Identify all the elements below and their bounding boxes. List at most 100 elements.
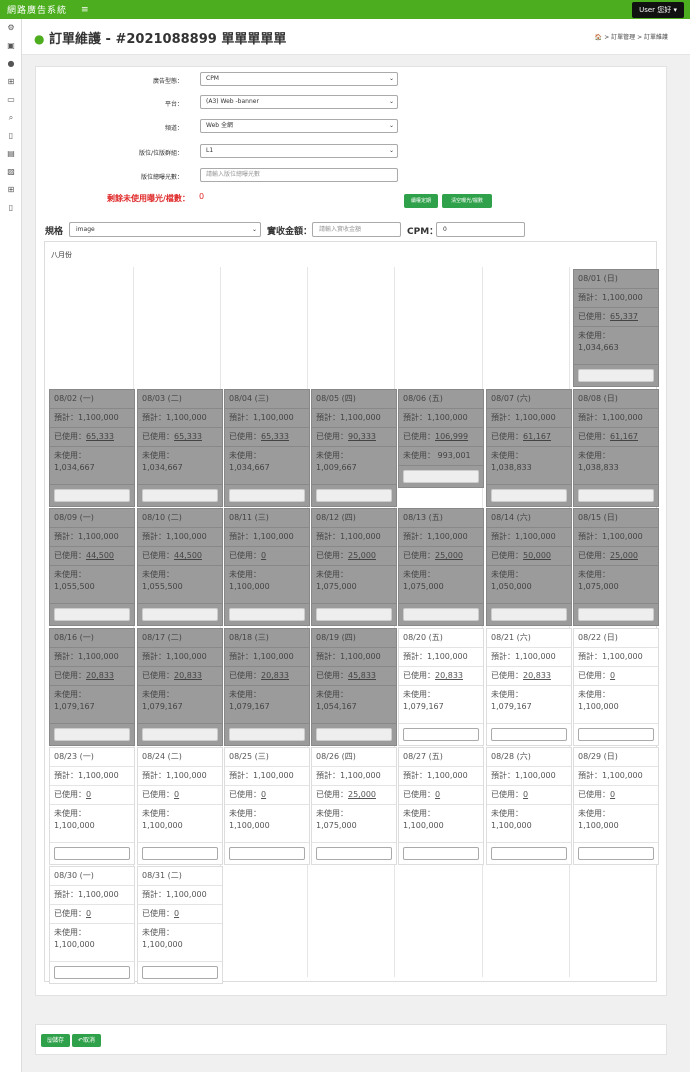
day-quantity-input[interactable] <box>491 847 567 860</box>
cpm-input[interactable]: 0 <box>436 222 525 237</box>
day-quantity-input[interactable] <box>403 608 479 621</box>
used-value-link[interactable]: 0 <box>523 790 528 799</box>
unused-value: 1,079,167 <box>403 702 444 711</box>
search-icon[interactable]: ⌕ <box>0 109 22 127</box>
day-quantity-input[interactable] <box>142 608 218 621</box>
used-value-link[interactable]: 20,833 <box>261 671 289 680</box>
cancel-button[interactable]: ↶取消 <box>72 1034 101 1047</box>
inbox-icon[interactable]: ▭ <box>0 91 22 109</box>
day-quantity-input[interactable] <box>142 847 218 860</box>
used-value-link[interactable]: 25,000 <box>435 551 463 560</box>
used-value-link[interactable]: 25,000 <box>348 551 376 560</box>
day-used: 已使用：65,333 <box>225 428 309 447</box>
app-title[interactable]: 網路廣告系統 <box>0 3 67 16</box>
used-value-link[interactable]: 20,833 <box>435 671 463 680</box>
used-value-link[interactable]: 45,833 <box>348 671 376 680</box>
used-value-link[interactable]: 0 <box>86 909 91 918</box>
calendar-day: 08/02 (一) 預計：1,100,000 已使用：65,333 未使用： 1,034… <box>49 389 135 507</box>
unused-value: 1,050,000 <box>491 582 532 591</box>
day-quantity-input[interactable] <box>491 608 567 621</box>
day-quantity-input[interactable] <box>54 608 130 621</box>
used-value-link[interactable]: 0 <box>610 671 615 680</box>
day-quantity-input[interactable] <box>54 966 130 979</box>
day-quantity-input[interactable] <box>142 966 218 979</box>
used-value-link[interactable]: 0 <box>86 790 91 799</box>
menu-toggle-icon[interactable]: ≡ <box>81 5 89 15</box>
gear-icon[interactable]: ⚙ <box>0 19 22 37</box>
used-value-link[interactable]: 0 <box>261 790 266 799</box>
day-quantity-input[interactable] <box>578 728 654 741</box>
used-value-link[interactable]: 90,333 <box>348 432 376 441</box>
impressions-input[interactable]: 請輸入版位總曝光數 <box>200 168 398 182</box>
day-quantity-input[interactable] <box>578 489 654 502</box>
calendar-day: 08/15 (日) 預計：1,100,000 已使用：25,000 未使用： 1,075… <box>573 508 659 626</box>
channel-value: Web 全網 <box>206 122 233 129</box>
used-value-link[interactable]: 106,999 <box>435 432 468 441</box>
save-button[interactable]: 🖫儲存 <box>41 1034 70 1047</box>
document-icon[interactable]: ▯ <box>0 199 22 217</box>
used-value-link[interactable]: 44,500 <box>86 551 114 560</box>
day-quantity-input[interactable] <box>316 847 392 860</box>
position-select[interactable]: L1 ⌄ <box>200 144 398 158</box>
used-value-link[interactable]: 20,833 <box>174 671 202 680</box>
used-value-link[interactable]: 25,000 <box>348 790 376 799</box>
day-quantity-input[interactable] <box>229 728 305 741</box>
unused-value: 1,100,000 <box>229 821 270 830</box>
day-quantity-input[interactable] <box>491 489 567 502</box>
day-quantity-input[interactable] <box>229 608 305 621</box>
clear-button[interactable]: 清空曝光/檔數 <box>442 194 492 208</box>
user-menu-button[interactable]: User 您好 ▾ <box>632 1 684 18</box>
spec-select[interactable]: image ⌄ <box>69 222 261 237</box>
used-value-link[interactable]: 61,167 <box>523 432 551 441</box>
day-quantity-input[interactable] <box>54 847 130 860</box>
day-quantity-input[interactable] <box>578 369 654 382</box>
used-value-link[interactable]: 65,337 <box>610 312 638 321</box>
day-quantity-input[interactable] <box>578 608 654 621</box>
film-icon[interactable]: ▣ <box>0 37 22 55</box>
average-button[interactable]: 續權定期 <box>404 194 438 208</box>
day-quantity-input[interactable] <box>54 489 130 502</box>
list-icon[interactable]: ▤ <box>0 145 22 163</box>
day-quantity-input[interactable] <box>54 728 130 741</box>
used-value-link[interactable]: 0 <box>261 551 266 560</box>
day-unused: 未使用： 1,079,167 <box>399 686 483 724</box>
day-quantity-input[interactable] <box>491 728 567 741</box>
used-value-link[interactable]: 44,500 <box>174 551 202 560</box>
file-icon[interactable]: ▯ <box>0 127 22 145</box>
day-quantity-input[interactable] <box>316 489 392 502</box>
used-value-link[interactable]: 0 <box>174 909 179 918</box>
used-value-link[interactable]: 65,333 <box>86 432 114 441</box>
day-quantity-input[interactable] <box>403 728 479 741</box>
day-quantity-input[interactable] <box>142 489 218 502</box>
used-value-link[interactable]: 25,000 <box>610 551 638 560</box>
unused-value: 1,034,663 <box>578 343 619 352</box>
used-value-link[interactable]: 61,167 <box>610 432 638 441</box>
breadcrumb[interactable]: 🏠 > 訂單管理 > 訂單維護 <box>595 32 668 41</box>
used-value-link[interactable]: 65,333 <box>174 432 202 441</box>
day-quantity-input[interactable] <box>229 847 305 860</box>
day-quantity-input[interactable] <box>229 489 305 502</box>
user-icon[interactable]: ● <box>0 55 22 73</box>
channel-select[interactable]: Web 全網 ⌄ <box>200 119 398 133</box>
day-quantity-input[interactable] <box>316 728 392 741</box>
day-date: 08/08 (日) <box>574 390 658 409</box>
used-value-link[interactable]: 0 <box>174 790 179 799</box>
day-quantity-input[interactable] <box>316 608 392 621</box>
day-quantity-input[interactable] <box>403 847 479 860</box>
used-value-link[interactable]: 0 <box>610 790 615 799</box>
used-value-link[interactable]: 0 <box>435 790 440 799</box>
image-icon[interactable]: ▨ <box>0 163 22 181</box>
used-value-link[interactable]: 20,833 <box>523 671 551 680</box>
ad-type-select[interactable]: CPM ⌄ <box>200 72 398 86</box>
day-unused: 未使用： 1,100,000 <box>50 924 134 962</box>
amount-input[interactable]: 請輸入實收金額 <box>312 222 401 237</box>
platform-select[interactable]: (A3) Web -banner ⌄ <box>200 95 398 109</box>
day-quantity-input[interactable] <box>142 728 218 741</box>
day-quantity-input[interactable] <box>403 470 479 483</box>
used-value-link[interactable]: 65,333 <box>261 432 289 441</box>
sitemap2-icon[interactable]: ⊞ <box>0 181 22 199</box>
used-value-link[interactable]: 50,000 <box>523 551 551 560</box>
day-quantity-input[interactable] <box>578 847 654 860</box>
sitemap-icon[interactable]: ⊞ <box>0 73 22 91</box>
used-value-link[interactable]: 20,833 <box>86 671 114 680</box>
